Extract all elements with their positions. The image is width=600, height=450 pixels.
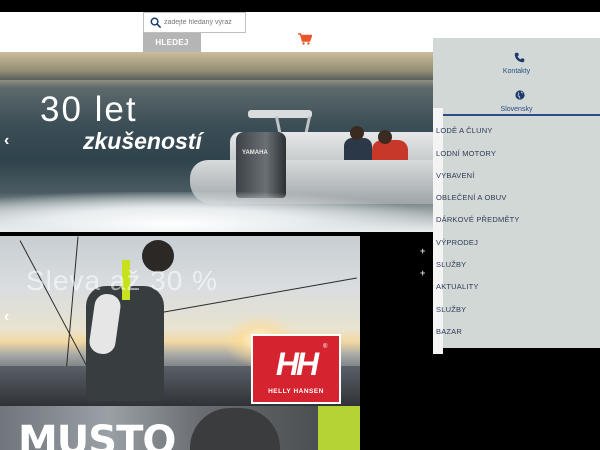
menu-item-sale[interactable]: VÝPRODEJ: [436, 238, 600, 252]
rigging-line: [65, 236, 79, 377]
hero-banner[interactable]: YAMAHA 30 let zkušeností ‹: [0, 52, 433, 232]
menu-item-clothing[interactable]: OBLEČENÍ A OBUV: [436, 193, 600, 207]
menu-item-gifts[interactable]: DÁRKOVÉ PŘEDMĚTY: [436, 215, 600, 229]
passenger-head: [378, 130, 392, 144]
prev-slide-arrow[interactable]: ‹: [4, 132, 9, 150]
search-icon[interactable]: [150, 17, 161, 28]
promo-banner[interactable]: Sleva až 30 % ‹ HH ® HELLY HANSEN: [0, 236, 360, 406]
logo-name: HELLY HANSEN: [268, 388, 324, 395]
hero-subtitle: zkušeností: [83, 128, 202, 154]
boat-canopy: [248, 110, 312, 118]
menu-item-equipment[interactable]: VYBAVENÍ: [436, 171, 600, 185]
helly-hansen-logo[interactable]: HH ® HELLY HANSEN: [251, 334, 341, 404]
menu-item-boats[interactable]: LODĚ A ČLUNY: [436, 126, 600, 140]
expand-icon[interactable]: +: [420, 268, 425, 278]
musto-banner[interactable]: MUSTO: [0, 406, 360, 450]
menu-item-services-a[interactable]: SLUŽBY: [436, 260, 600, 274]
cart-icon[interactable]: [298, 33, 312, 45]
menu-item-services-b[interactable]: SLUŽBY: [436, 305, 600, 319]
contacts-link[interactable]: Kontakty: [433, 68, 600, 75]
page: HLEDEJ YAMAHA 30 let zkušeností ‹: [0, 0, 600, 450]
coastline: [0, 52, 433, 80]
rigging-line: [19, 240, 91, 374]
sailor-jacket: [318, 406, 360, 450]
prev-slide-arrow[interactable]: ‹: [4, 308, 9, 326]
logo-mark: HH: [275, 346, 319, 382]
water-spray: [0, 192, 433, 232]
globe-icon[interactable]: [515, 90, 525, 100]
menu-item-engines[interactable]: LODNÍ MOTORY: [436, 149, 600, 163]
search-input[interactable]: [164, 15, 244, 30]
menu-item-bazaar[interactable]: BAZAR: [436, 327, 600, 341]
sailor-helmet: [190, 408, 280, 450]
panel-divider: [433, 114, 600, 116]
hero-title: 30 let: [40, 90, 138, 129]
language-switch[interactable]: Slovensky: [433, 106, 600, 113]
engine-brand: YAMAHA: [242, 150, 268, 156]
logo-registered: ®: [323, 344, 328, 350]
outboard-engine: YAMAHA: [236, 132, 286, 198]
top-bar: [0, 0, 600, 12]
promo-text: Sleva až 30 %: [26, 265, 218, 296]
musto-logo: MUSTO: [18, 418, 176, 450]
search-box[interactable]: [143, 12, 246, 33]
menu-item-news[interactable]: AKTUALITY: [436, 282, 600, 296]
passenger-head: [350, 126, 364, 140]
expand-icon[interactable]: +: [420, 246, 425, 256]
phone-icon[interactable]: [514, 52, 525, 63]
search-button[interactable]: HLEDEJ: [143, 33, 201, 52]
